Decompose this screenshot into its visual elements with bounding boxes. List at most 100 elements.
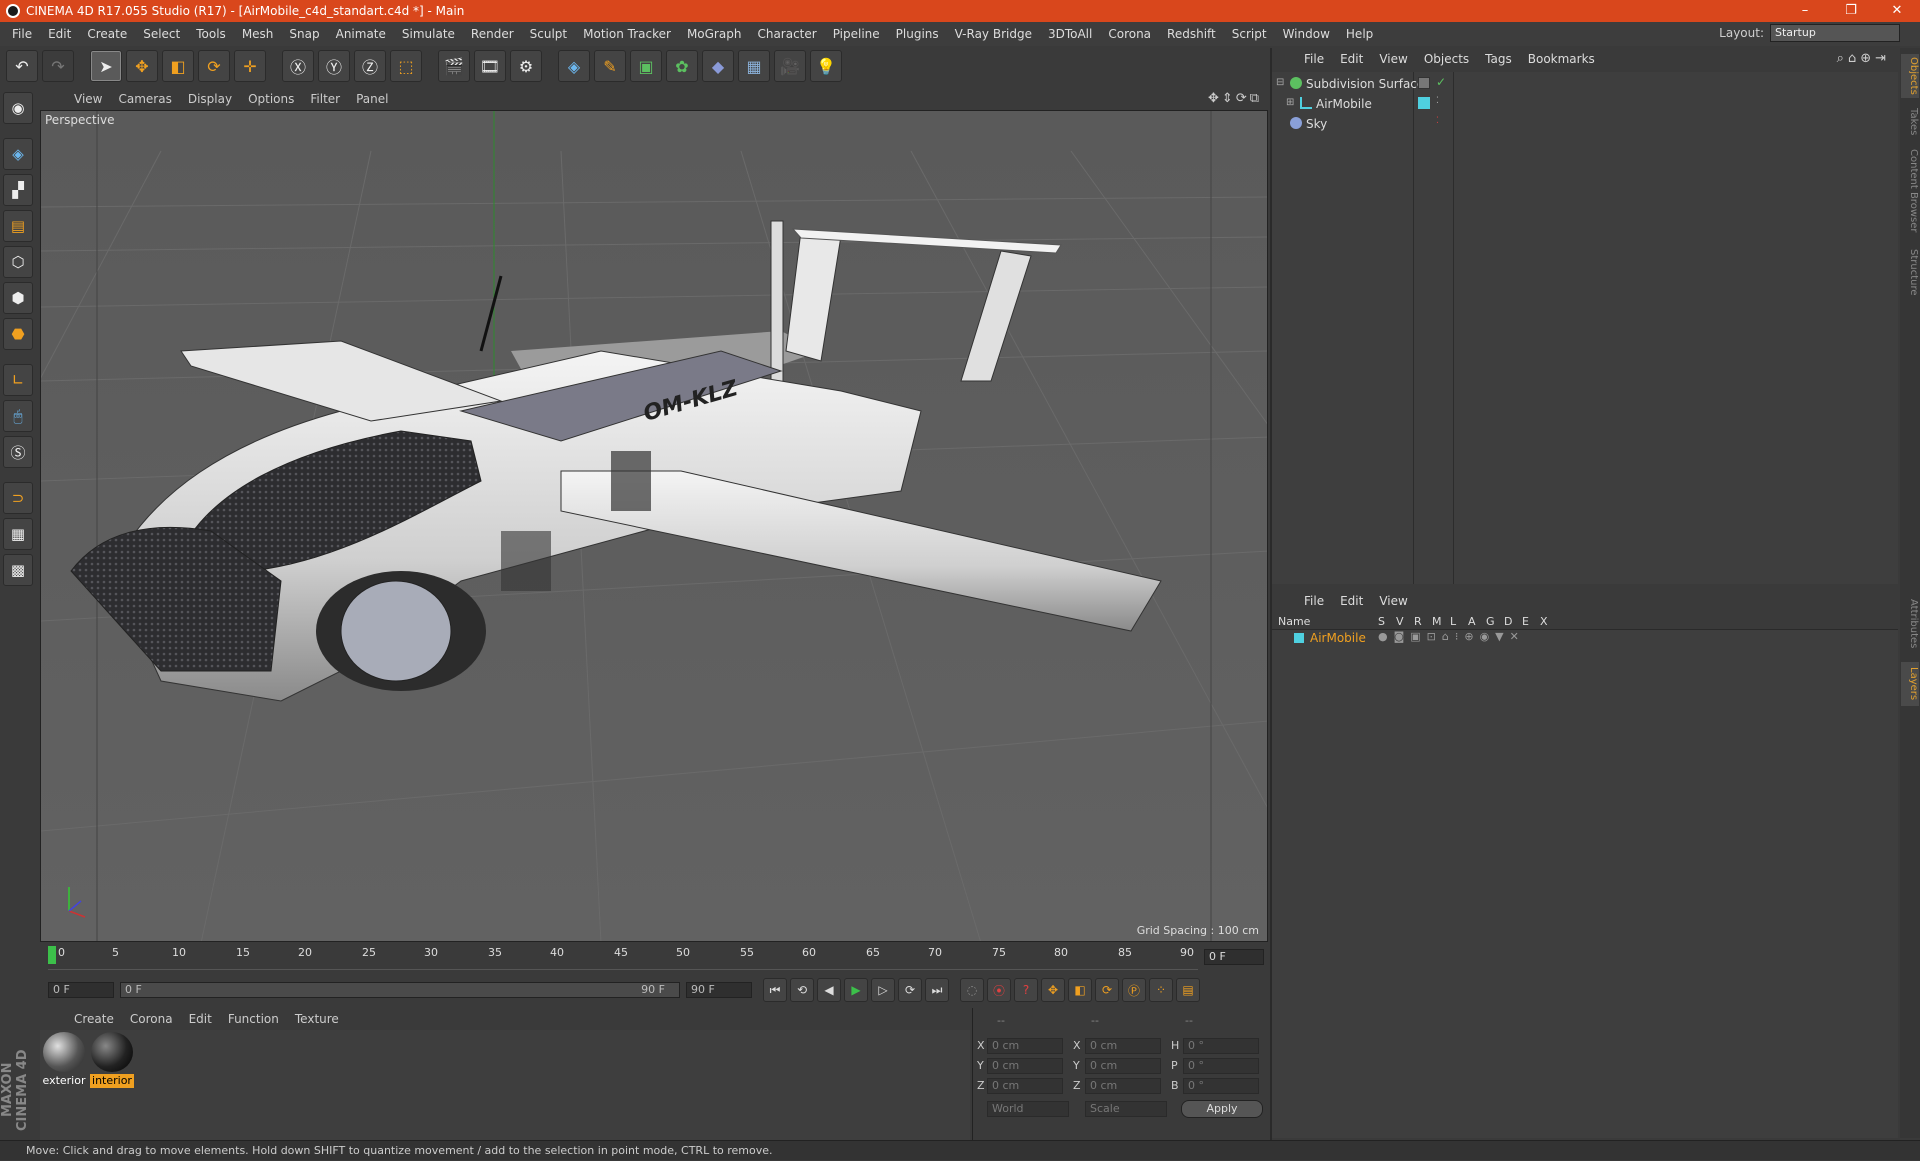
position-z-field[interactable]: 0 cm xyxy=(987,1078,1063,1094)
rotation-p-field[interactable]: 0 ° xyxy=(1183,1058,1259,1074)
menu-3dtoall[interactable]: 3DToAll xyxy=(1040,27,1100,41)
undo-icon[interactable]: ↶ xyxy=(6,50,38,82)
viewport-menu-panel[interactable]: Panel xyxy=(348,92,396,106)
menu-character[interactable]: Character xyxy=(749,27,824,41)
col-animation[interactable]: A xyxy=(1468,615,1476,628)
size-z-field[interactable]: 0 cm xyxy=(1085,1078,1161,1094)
collapse-icon[interactable]: ⊟ xyxy=(1276,77,1284,88)
visibility-dots-icon[interactable]: ⁚ xyxy=(1436,116,1439,126)
snap-icon[interactable]: Ⓢ xyxy=(3,436,33,468)
position-x-field[interactable]: 0 cm xyxy=(987,1038,1063,1054)
frame-ruler[interactable]: 0 5 10 15 20 25 30 35 40 45 50 55 60 65 … xyxy=(48,946,1198,970)
size-mode-select[interactable]: Scale xyxy=(1085,1101,1167,1117)
menu-help[interactable]: Help xyxy=(1338,27,1381,41)
material-menu-function[interactable]: Function xyxy=(220,1012,287,1026)
go-to-end-icon[interactable]: ⏭ xyxy=(925,978,949,1002)
go-to-start-icon[interactable]: ⏮ xyxy=(763,978,787,1002)
viewport-menu-options[interactable]: Options xyxy=(240,92,302,106)
menu-mograph[interactable]: MoGraph xyxy=(679,27,750,41)
tab-content-browser[interactable]: Content Browser xyxy=(1901,146,1919,236)
coordinate-mode-select[interactable]: World xyxy=(987,1101,1069,1117)
model-mode-icon[interactable]: ◈ xyxy=(3,138,33,170)
material-exterior[interactable]: exterior xyxy=(42,1030,86,1088)
motion-clip-icon[interactable]: ◌ xyxy=(960,978,984,1002)
make-editable-icon[interactable]: ◉ xyxy=(3,92,33,124)
floor-environment-icon[interactable]: ▦ xyxy=(738,50,770,82)
perspective-viewport[interactable]: OM-KLZ Perspective Grid Spacing : 100 cm xyxy=(40,110,1268,942)
om-menu-edit[interactable]: Edit xyxy=(1332,52,1371,66)
rotation-h-field[interactable]: 0 ° xyxy=(1183,1038,1259,1054)
close-button[interactable]: ✕ xyxy=(1874,0,1920,22)
start-frame-field[interactable]: 0 F xyxy=(48,982,114,998)
timeline-ruler[interactable]: 0 5 10 15 20 25 30 35 40 45 50 55 60 65 … xyxy=(40,944,1268,972)
autokey-icon[interactable]: ? xyxy=(1014,978,1038,1002)
live-selection-icon[interactable]: ✛ xyxy=(234,50,266,82)
object-row-sky[interactable]: Sky ⁚ xyxy=(1272,114,1898,134)
visibility-dots-icon[interactable]: ⁚ xyxy=(1436,96,1439,106)
subdivision-surface-icon[interactable]: ▣ xyxy=(630,50,662,82)
menu-corona[interactable]: Corona xyxy=(1100,27,1159,41)
planar-workplane-icon[interactable]: ▩ xyxy=(3,554,33,586)
y-axis-lock-icon[interactable]: Ⓨ xyxy=(318,50,350,82)
size-y-field[interactable]: 0 cm xyxy=(1085,1058,1161,1074)
tab-layers[interactable]: Layers xyxy=(1901,662,1919,706)
workplane-mode-icon[interactable]: ▤ xyxy=(3,210,33,242)
menu-edit[interactable]: Edit xyxy=(40,27,79,41)
menu-tools[interactable]: Tools xyxy=(188,27,234,41)
layer-row-airmobile[interactable]: AirMobile ●◙▣⊡⌂⁝⊕◉▼✕ xyxy=(1272,630,1898,648)
expand-icon[interactable]: ⊞ xyxy=(1286,97,1294,108)
lock-workplane-icon[interactable]: ▦ xyxy=(3,518,33,550)
col-name[interactable]: Name xyxy=(1278,615,1310,628)
menu-render[interactable]: Render xyxy=(463,27,522,41)
viewport-camera-label[interactable]: Perspective xyxy=(45,113,115,127)
rotation-b-field[interactable]: 0 ° xyxy=(1183,1078,1259,1094)
menu-pipeline[interactable]: Pipeline xyxy=(825,27,888,41)
mograph-cloner-icon[interactable]: ✿ xyxy=(666,50,698,82)
material-interior[interactable]: interior xyxy=(90,1030,134,1088)
z-axis-lock-icon[interactable]: Ⓩ xyxy=(354,50,386,82)
cube-primitive-icon[interactable]: ◈ xyxy=(558,50,590,82)
position-y-field[interactable]: 0 cm xyxy=(987,1058,1063,1074)
col-view[interactable]: V xyxy=(1396,615,1404,628)
enabled-check-icon[interactable]: ✓ xyxy=(1436,75,1446,89)
minimize-button[interactable]: – xyxy=(1782,0,1828,22)
menu-script[interactable]: Script xyxy=(1224,27,1275,41)
om-menu-tags[interactable]: Tags xyxy=(1477,52,1520,66)
viewport-navigation-icons[interactable]: ✥⇕⟳⧉ xyxy=(1208,91,1262,106)
om-menu-bookmarks[interactable]: Bookmarks xyxy=(1520,52,1603,66)
material-menu-edit[interactable]: Edit xyxy=(181,1012,220,1026)
layout-select[interactable]: Startup xyxy=(1770,24,1900,42)
menu-create[interactable]: Create xyxy=(79,27,135,41)
material-menu-texture[interactable]: Texture xyxy=(287,1012,347,1026)
menu-animate[interactable]: Animate xyxy=(328,27,394,41)
lm-menu-edit[interactable]: Edit xyxy=(1332,594,1371,608)
select-arrow-icon[interactable]: ➤ xyxy=(90,50,122,82)
material-menu-corona[interactable]: Corona xyxy=(122,1012,181,1026)
menu-snap[interactable]: Snap xyxy=(281,27,327,41)
object-row-subdivision-surface[interactable]: ⊟ Subdivision Surface ✓ xyxy=(1272,74,1898,94)
render-settings-icon[interactable]: ⚙ xyxy=(510,50,542,82)
object-row-airmobile[interactable]: ⊞ AirMobile ⁚ xyxy=(1272,94,1898,114)
frame-range-slider[interactable]: 0 F 90 F xyxy=(120,982,680,998)
loop-icon[interactable]: ⟲ xyxy=(790,978,814,1002)
menu-simulate[interactable]: Simulate xyxy=(394,27,463,41)
om-menu-view[interactable]: View xyxy=(1371,52,1415,66)
menu-mesh[interactable]: Mesh xyxy=(234,27,282,41)
next-key-icon[interactable]: ▷ xyxy=(871,978,895,1002)
size-x-field[interactable]: 0 cm xyxy=(1085,1038,1161,1054)
redo-icon[interactable]: ↷ xyxy=(42,50,74,82)
col-manager[interactable]: M xyxy=(1432,615,1442,628)
col-generators[interactable]: G xyxy=(1486,615,1495,628)
tab-structure[interactable]: Structure xyxy=(1901,244,1919,300)
lm-menu-view[interactable]: View xyxy=(1371,594,1415,608)
col-expressions[interactable]: E xyxy=(1522,615,1529,628)
menu-redshift[interactable]: Redshift xyxy=(1159,27,1224,41)
current-frame-field[interactable]: 0 F xyxy=(1204,949,1264,965)
col-render[interactable]: R xyxy=(1414,615,1422,628)
render-view-icon[interactable]: 🎬 xyxy=(438,50,470,82)
tweak-mode-icon[interactable]: 🖱 xyxy=(3,400,33,432)
menu-vray-bridge[interactable]: V-Ray Bridge xyxy=(947,27,1040,41)
apply-button[interactable]: Apply xyxy=(1181,1100,1263,1118)
edges-mode-icon[interactable]: ⬢ xyxy=(3,282,33,314)
viewport-menu-cameras[interactable]: Cameras xyxy=(110,92,179,106)
